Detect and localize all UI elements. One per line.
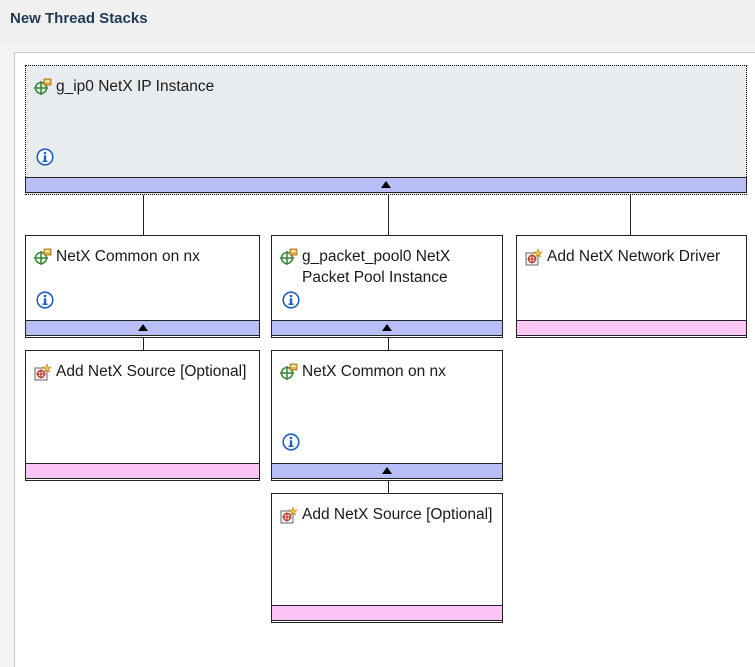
connector (388, 337, 389, 351)
add-module-icon (525, 248, 543, 266)
card-title: Add NetX Network Driver (547, 248, 721, 265)
info-icon[interactable] (282, 433, 300, 451)
collapse-arrow-icon (382, 324, 392, 331)
card-title: g_packet_pool0 NetX Packet Pool Instance (302, 248, 451, 286)
ip-instance-card[interactable]: g_ip0 NetX IP Instance (25, 65, 747, 195)
connector (143, 194, 144, 236)
stacks-canvas[interactable]: g_ip0 NetX IP Instance NetX Common on nx… (14, 52, 755, 667)
expand-bar[interactable] (271, 463, 503, 479)
stack-bar (25, 463, 260, 479)
stacks-header: New Thread Stacks (0, 0, 755, 44)
module-icon (280, 363, 298, 381)
connector (630, 194, 631, 236)
collapse-arrow-icon (137, 324, 148, 331)
card-title: Add NetX Source [Optional] (56, 363, 247, 380)
card-title: NetX Common on nx (56, 248, 200, 265)
expand-bar[interactable] (271, 320, 503, 336)
netx-common-card[interactable]: NetX Common on nx (25, 235, 260, 338)
stack-bar (516, 320, 747, 336)
module-icon (280, 248, 298, 266)
connector (143, 337, 144, 351)
stacks-title: New Thread Stacks (10, 10, 148, 27)
connector (388, 194, 389, 236)
info-icon[interactable] (36, 291, 54, 309)
add-module-icon (34, 363, 52, 381)
packet-pool-card[interactable]: g_packet_pool0 NetX Packet Pool Instance (271, 235, 503, 338)
card-title: NetX Common on nx (302, 363, 446, 380)
module-icon (34, 248, 52, 266)
module-icon (34, 78, 52, 96)
add-module-icon (280, 506, 298, 524)
expand-bar[interactable] (25, 320, 260, 336)
card-title: g_ip0 NetX IP Instance (56, 78, 215, 95)
connector (388, 480, 389, 494)
add-network-driver-card[interactable]: Add NetX Network Driver (516, 235, 747, 338)
collapse-arrow-icon (382, 467, 392, 474)
card-title: Add NetX Source [Optional] (302, 506, 493, 523)
collapse-arrow-icon (381, 181, 391, 188)
add-netx-source-card[interactable]: Add NetX Source [Optional] (25, 350, 260, 481)
add-netx-source-card[interactable]: Add NetX Source [Optional] (271, 493, 503, 623)
info-icon[interactable] (36, 148, 54, 166)
info-icon[interactable] (282, 291, 300, 309)
netx-common-card[interactable]: NetX Common on nx (271, 350, 503, 481)
expand-bar[interactable] (25, 177, 747, 193)
stack-bar (271, 605, 503, 621)
